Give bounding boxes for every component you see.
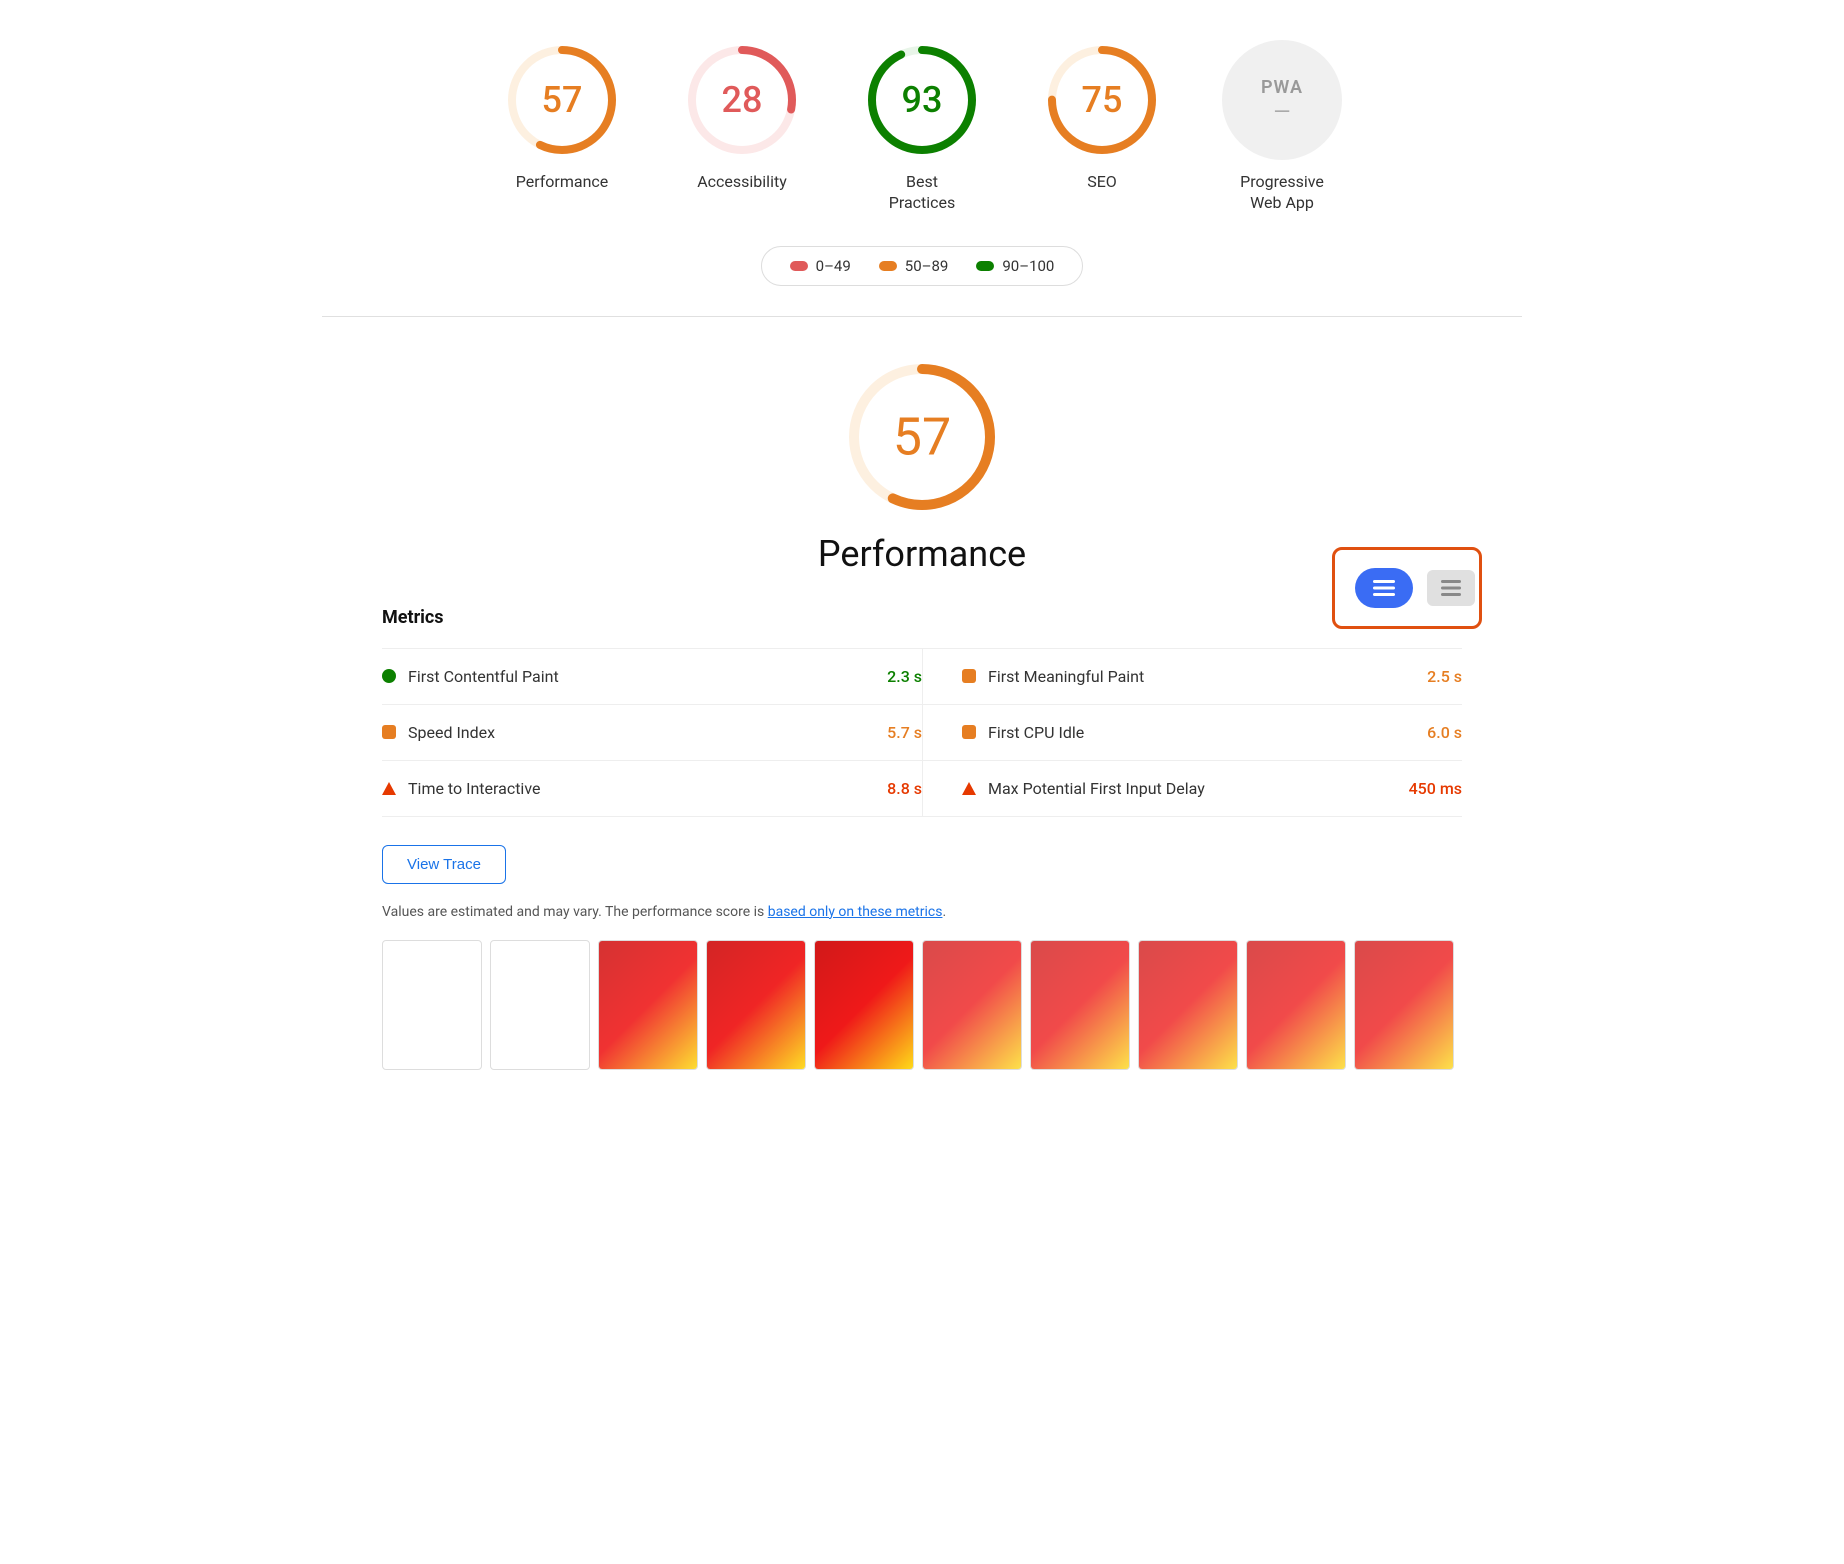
legend-range-pass: 90–100 (1002, 257, 1054, 275)
tti-icon (382, 782, 396, 795)
metric-row-mpfid: Max Potential First Input Delay 450 ms (922, 761, 1462, 817)
filmstrip-item (382, 940, 482, 1070)
filmstrip-item (1138, 940, 1238, 1070)
legend-dot-pass (976, 261, 994, 271)
metric-row-tti: Time to Interactive 8.8 s (382, 761, 922, 817)
fci-value: 6.0 s (1427, 723, 1462, 742)
pwa-circle: PWA — (1222, 40, 1342, 160)
score-item-pwa[interactable]: PWA — ProgressiveWeb App (1222, 40, 1342, 214)
toggle-widget[interactable] (1332, 547, 1482, 629)
metrics-container: Metrics F (382, 607, 1462, 817)
filmstrip-item (1354, 940, 1454, 1070)
metrics-header: Metrics (382, 607, 1462, 628)
fcp-icon (382, 669, 396, 683)
score-item-best-practices[interactable]: 93 BestPractices (862, 40, 982, 214)
metric-row-fcp: First Contentful Paint 2.3 s (382, 649, 922, 705)
fmp-icon (962, 669, 976, 683)
si-name: Speed Index (408, 723, 875, 742)
filmstrip (382, 940, 1462, 1080)
filmstrip-item (922, 940, 1022, 1070)
disclaimer-text: Values are estimated and may vary. The p… (382, 904, 768, 920)
si-icon (382, 725, 396, 739)
score-item-accessibility[interactable]: 28 Accessibility (682, 40, 802, 193)
mpfid-icon (962, 782, 976, 795)
fcp-name: First Contentful Paint (408, 667, 875, 686)
legend-range-fail: 0–49 (816, 257, 851, 275)
metrics-grid: First Contentful Paint 2.3 s First Meani… (382, 648, 1462, 817)
legend-dot-fail (790, 261, 808, 271)
filmstrip-item (1246, 940, 1346, 1070)
disclaimer-end: . (942, 904, 946, 920)
disclaimer: Values are estimated and may vary. The p… (382, 904, 1462, 920)
score-label-pwa: ProgressiveWeb App (1240, 172, 1324, 214)
tti-name: Time to Interactive (408, 779, 875, 798)
score-value-performance: 57 (542, 79, 583, 121)
metric-row-fci: First CPU Idle 6.0 s (922, 705, 1462, 761)
legend-range-average: 50–89 (905, 257, 949, 275)
filmstrip-item (706, 940, 806, 1070)
score-value-best-practices: 93 (902, 79, 943, 121)
legend: 0–49 50–89 90–100 (761, 246, 1084, 286)
score-label-accessibility: Accessibility (697, 172, 787, 193)
score-label-performance: Performance (516, 172, 609, 193)
perf-score-center: 57 Performance (382, 357, 1462, 575)
fmp-value: 2.5 s (1427, 667, 1462, 686)
disclaimer-link[interactable]: based only on these metrics (768, 904, 943, 920)
perf-title: Performance (818, 533, 1026, 575)
pwa-badge-text: PWA (1261, 77, 1303, 98)
score-circle-best-practices: 93 (862, 40, 982, 160)
score-label-best-practices: BestPractices (889, 172, 956, 214)
score-circle-performance: 57 (502, 40, 622, 160)
filmstrip-item (490, 940, 590, 1070)
view-trace-button[interactable]: View Trace (382, 845, 506, 884)
perf-score-large: 57 (842, 357, 1002, 517)
legend-item-fail: 0–49 (790, 257, 851, 275)
score-item-performance[interactable]: 57 Performance (502, 40, 622, 193)
fcp-value: 2.3 s (887, 667, 922, 686)
legend-dot-average (879, 261, 897, 271)
si-value: 5.7 s (887, 723, 922, 742)
pwa-dash: — (1273, 102, 1290, 124)
score-circle-seo: 75 (1042, 40, 1162, 160)
mpfid-name: Max Potential First Input Delay (988, 779, 1397, 798)
toggle-btn-detail[interactable] (1427, 570, 1475, 606)
metric-row-si: Speed Index 5.7 s (382, 705, 922, 761)
filmstrip-item (1030, 940, 1130, 1070)
score-circle-accessibility: 28 (682, 40, 802, 160)
detail-icon (1441, 580, 1461, 596)
scores-section: 57 Performance 28 Accessibility (322, 0, 1522, 317)
fci-icon (962, 725, 976, 739)
filmstrip-item (598, 940, 698, 1070)
fmp-name: First Meaningful Paint (988, 667, 1415, 686)
score-label-seo: SEO (1087, 172, 1117, 193)
score-value-accessibility: 28 (722, 79, 763, 121)
metric-row-fmp: First Meaningful Paint 2.5 s (922, 649, 1462, 705)
score-value-seo: 75 (1082, 79, 1123, 121)
perf-score-value: 57 (893, 406, 951, 467)
toggle-btn-summary[interactable] (1355, 568, 1413, 608)
legend-item-average: 50–89 (879, 257, 949, 275)
mpfid-value: 450 ms (1409, 779, 1462, 798)
legend-item-pass: 90–100 (976, 257, 1054, 275)
tti-value: 8.8 s (887, 779, 922, 798)
filmstrip-item (814, 940, 914, 1070)
score-item-seo[interactable]: 75 SEO (1042, 40, 1162, 193)
fci-name: First CPU Idle (988, 723, 1415, 742)
scores-row: 57 Performance 28 Accessibility (502, 40, 1342, 214)
summary-icon (1373, 580, 1395, 596)
performance-section: 57 Performance Metrics (322, 317, 1522, 1120)
